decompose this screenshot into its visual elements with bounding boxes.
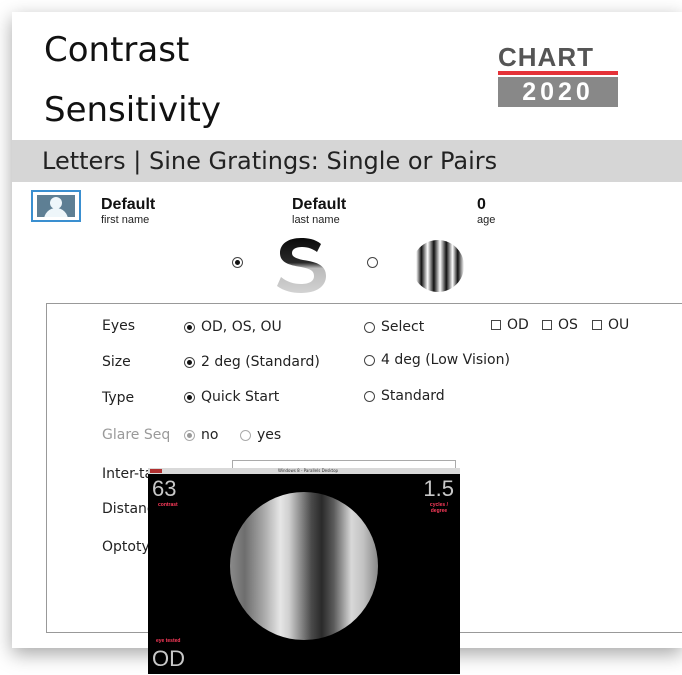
distance-label: Distanc: [102, 501, 155, 517]
patient-avatar-button[interactable]: [31, 190, 81, 222]
chart2020-logo: CHART 2020: [498, 44, 618, 107]
glare-no-label: no: [201, 427, 219, 443]
eye-os-checkbox-option[interactable]: OS: [542, 317, 578, 333]
glare-option-yes[interactable]: yes: [240, 427, 281, 443]
type-option-quick-start[interactable]: Quick Start: [184, 389, 279, 405]
sine-grating-optotype-icon[interactable]: [412, 240, 464, 292]
eyes-option-select[interactable]: Select: [364, 319, 424, 335]
type-standard-label: Standard: [381, 388, 445, 404]
eyes-select-radio[interactable]: [364, 321, 375, 333]
last-name-label: last name: [292, 214, 340, 226]
eye-od-checkbox[interactable]: [491, 320, 501, 330]
preview-window-title: Windows 8 - Parallels Desktop: [278, 468, 339, 473]
eye-os-label: OS: [558, 317, 578, 333]
eyes-option-od-os-ou[interactable]: OD, OS, OU: [184, 319, 282, 335]
size-4deg-radio[interactable]: [364, 354, 375, 366]
last-name-value: Default: [292, 196, 347, 213]
first-name-label: first name: [101, 214, 150, 226]
age-value: 0: [477, 196, 486, 213]
test-subtitle-band: Letters | Sine Gratings: Single or Pairs: [12, 140, 682, 182]
stimulus-preview-window: Windows 8 - Parallels Desktop 63 contras…: [148, 468, 460, 674]
eye-os-checkbox[interactable]: [542, 320, 552, 330]
type-option-standard[interactable]: Standard: [364, 388, 445, 404]
eye-od-checkbox-option[interactable]: OD: [491, 317, 529, 333]
user-icon-body: [44, 208, 68, 217]
contrast-value: 63: [152, 476, 177, 501]
type-quick-start-label: Quick Start: [201, 389, 280, 405]
type-label: Type: [102, 390, 135, 406]
eye-ou-label: OU: [608, 317, 630, 333]
cycles-per-degree-label: cycles / degree: [430, 502, 448, 514]
size-4deg-label: 4 deg (Low Vision): [381, 352, 510, 368]
eyes-select-label: Select: [381, 319, 425, 335]
logo-top-text: CHART: [498, 42, 594, 72]
glare-yes-label: yes: [257, 427, 282, 443]
size-label: Size: [102, 354, 131, 370]
window-controls-icon[interactable]: [150, 469, 162, 473]
size-option-2deg[interactable]: 2 deg (Standard): [184, 354, 320, 370]
type-quick-start-radio[interactable]: [184, 391, 195, 403]
preview-titlebar: Windows 8 - Parallels Desktop: [148, 468, 460, 474]
logo-bottom-text: 2020: [498, 77, 618, 107]
contrast-label: contrast: [158, 502, 178, 508]
test-subtitle: Letters | Sine Gratings: Single or Pairs: [42, 147, 498, 175]
glare-option-no[interactable]: no: [184, 427, 218, 443]
first-name-value: Default: [101, 196, 156, 213]
eye-tested-label: eye tested: [156, 638, 181, 644]
sine-grating-stimulus: [230, 492, 378, 640]
glare-no-radio[interactable]: [184, 429, 195, 441]
cycles-per-degree-value: 1.5: [423, 476, 454, 501]
first-name-field[interactable]: Default first name: [101, 196, 155, 226]
user-icon: [37, 195, 75, 217]
glare-yes-radio[interactable]: [240, 429, 251, 441]
mode-letters-radio[interactable]: [232, 257, 243, 268]
type-standard-radio[interactable]: [364, 390, 375, 402]
size-2deg-radio[interactable]: [184, 356, 195, 368]
inter-target-label: Inter-ta: [102, 466, 154, 482]
page-title-line2: Sensitivity: [44, 90, 222, 130]
page-title-line1: Contrast: [44, 30, 190, 70]
age-label: age: [477, 214, 496, 226]
eye-ou-checkbox[interactable]: [592, 320, 602, 330]
eye-od-label: OD: [507, 317, 529, 333]
cpd-label-line2: degree: [430, 508, 448, 514]
letter-s-optotype-icon[interactable]: [272, 236, 330, 294]
size-2deg-label: 2 deg (Standard): [201, 354, 320, 370]
eyes-od-os-ou-radio[interactable]: [184, 321, 195, 333]
age-field[interactable]: 0 age: [477, 196, 495, 226]
size-option-4deg[interactable]: 4 deg (Low Vision): [364, 352, 510, 368]
glare-seq-label: Glare Seq: [102, 427, 171, 443]
mode-gratings-radio[interactable]: [367, 257, 378, 268]
eye-tested-value: OD: [152, 646, 185, 671]
eye-ou-checkbox-option[interactable]: OU: [592, 317, 629, 333]
eyes-label: Eyes: [102, 318, 136, 334]
eyes-od-os-ou-label: OD, OS, OU: [201, 319, 282, 335]
last-name-field[interactable]: Default last name: [292, 196, 346, 226]
